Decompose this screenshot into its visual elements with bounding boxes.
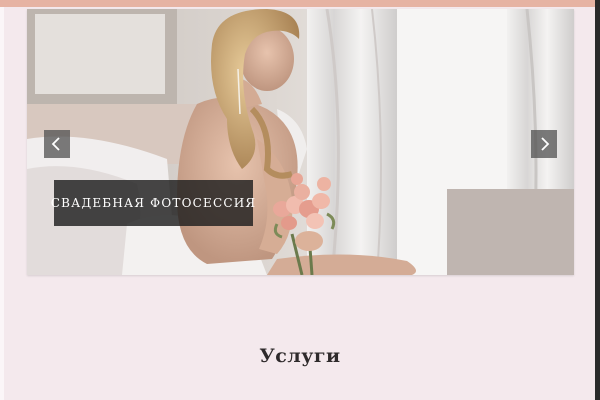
slider-prev-button[interactable] xyxy=(44,130,70,158)
chevron-right-icon xyxy=(541,137,550,151)
scrollbar-track[interactable] xyxy=(595,0,600,400)
chevron-left-icon xyxy=(51,137,60,151)
slide-photo-wedding xyxy=(27,9,574,275)
slider-next-button[interactable] xyxy=(531,130,557,158)
services-section-title: Услуги xyxy=(259,345,341,367)
slide-caption: СВАДЕБНАЯ ФОТОСЕССИЯ xyxy=(50,196,257,210)
slide-caption-box[interactable]: СВАДЕБНАЯ ФОТОСЕССИЯ xyxy=(51,180,255,226)
photo-slider[interactable]: СВАДЕБНАЯ ФОТОСЕССИЯ xyxy=(27,9,574,275)
header-accent-strip xyxy=(0,0,600,7)
page-left-edge xyxy=(0,7,4,400)
